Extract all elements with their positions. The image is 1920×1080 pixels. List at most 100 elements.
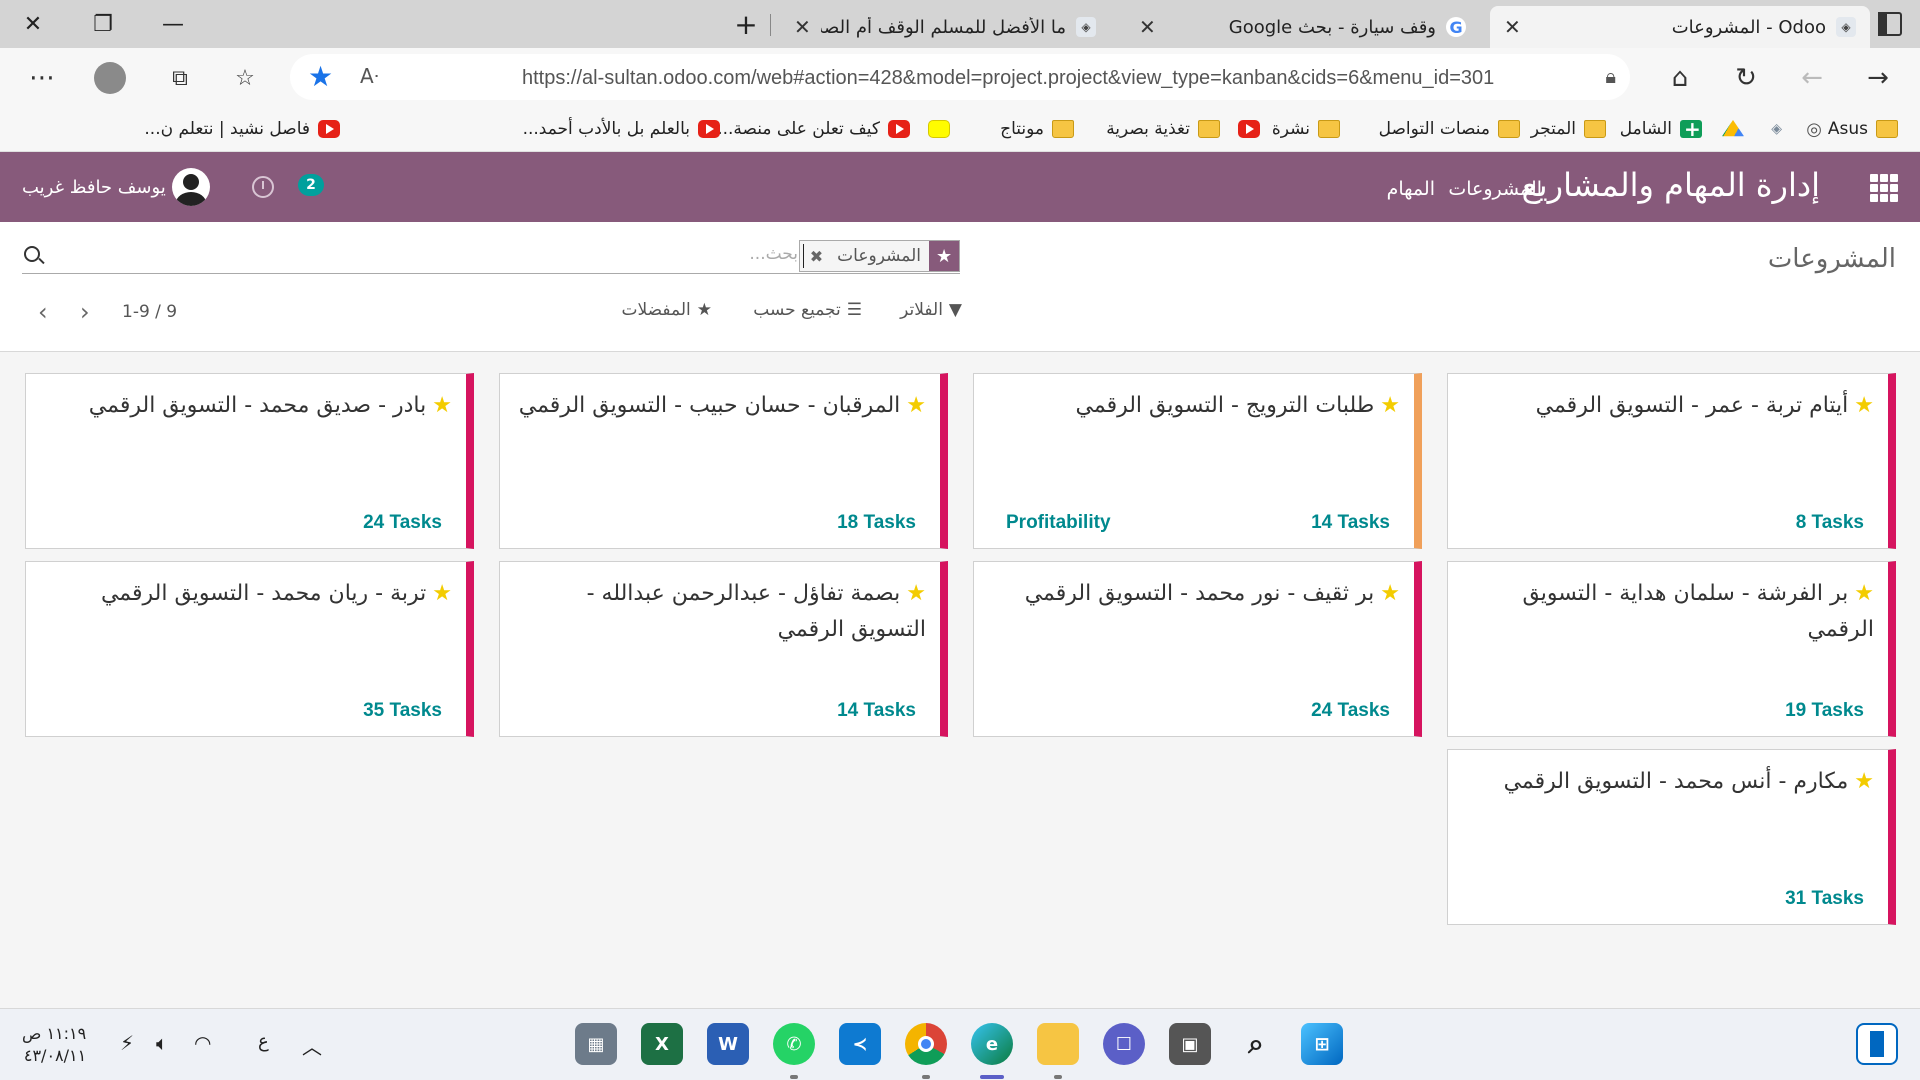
bookmark-asus[interactable]: Asus <box>1828 116 1898 142</box>
project-card[interactable]: ★بادر - صديق محمد - التسويق الرقمي 24 Ta… <box>25 373 474 549</box>
wifi-icon[interactable]: ◠ <box>194 1031 211 1055</box>
close-tab-icon[interactable]: ✕ <box>1139 15 1156 39</box>
favorite-star-icon[interactable]: ★ <box>1380 581 1400 606</box>
search-icon[interactable] <box>24 246 40 262</box>
favorite-star-icon[interactable]: ★ <box>1854 769 1874 794</box>
tab-odoo-projects[interactable]: ◈ Odoo - المشروعات ✕ <box>1490 6 1870 48</box>
user-menu[interactable]: يوسف حافظ غريب <box>22 168 210 206</box>
tasks-link[interactable]: 24 Tasks <box>1311 700 1390 722</box>
tasks-link[interactable]: 19 Tasks <box>1785 700 1864 722</box>
favorites-button[interactable]: ★ المفضلات <box>622 300 712 320</box>
lock-icon[interactable]: 🔒︎ <box>1605 64 1616 88</box>
tasks-link[interactable]: 24 Tasks <box>363 512 442 534</box>
favorite-star-icon[interactable]: ★ <box>1854 393 1874 418</box>
close-window-button[interactable]: ✕ <box>0 0 66 48</box>
search-input[interactable]: بحث... <box>749 244 798 264</box>
app-brand[interactable]: إدارة المهام والمشاريع <box>1522 166 1820 204</box>
tasks-link[interactable]: 18 Tasks <box>837 512 916 534</box>
project-card[interactable]: ★المرقبان - حسان حبيب - التسويق الرقمي 1… <box>499 373 948 549</box>
bookmark-snapchat[interactable] <box>928 116 950 142</box>
whatsapp-icon[interactable]: ✆ <box>773 1023 815 1065</box>
pager-value[interactable]: 1-9 / 9 <box>122 302 177 322</box>
close-tab-icon[interactable]: ✕ <box>1504 15 1521 39</box>
clock[interactable]: ١١:١٩ ص ٤٣/٠٨/١١ <box>22 1023 86 1067</box>
menu-tasks[interactable]: المهام <box>1387 178 1435 200</box>
restore-window-button[interactable]: ❐ <box>70 0 136 48</box>
excel-icon[interactable]: X <box>641 1023 683 1065</box>
tab-actions-icon[interactable] <box>1874 8 1906 40</box>
bookmark-drive[interactable] <box>1722 116 1744 142</box>
favorite-star-icon[interactable]: ★ <box>906 581 926 606</box>
remove-facet-icon[interactable]: ✖ <box>800 241 829 271</box>
bookmark-adab[interactable]: بالعلم بل بالأدب أحمد... <box>523 116 720 142</box>
bookmark-newsletter[interactable]: نشرة <box>1272 116 1340 142</box>
favorite-star-icon[interactable]: ★ <box>1380 393 1400 418</box>
address-bar[interactable]: ★ A͏ᐧ https://al-sultan.odoo.com/web#act… <box>290 54 1630 100</box>
favorite-star-icon[interactable]: ★ <box>308 60 333 93</box>
calculator-icon[interactable]: ▦ <box>575 1023 617 1065</box>
volume-icon[interactable]: 🔈︎ <box>156 1031 168 1055</box>
project-card[interactable]: ★طلبات الترويج - التسويق الرقمي 14 Tasks… <box>973 373 1422 549</box>
collections-icon[interactable]: ⧉ <box>160 58 200 98</box>
back-arrow-icon[interactable]: → <box>1858 58 1898 98</box>
start-icon[interactable]: ⊞ <box>1301 1023 1343 1065</box>
language-indicator[interactable]: ع <box>258 1031 269 1052</box>
project-card[interactable]: ★بصمة تفاؤل - عبدالرحمن عبدالله - التسوي… <box>499 561 948 737</box>
bookmark-visual-feed[interactable]: تغذية بصرية <box>1106 116 1220 142</box>
search-bar[interactable]: ★ المشروعات ✖ بحث... <box>22 240 960 274</box>
tasks-link[interactable]: 31 Tasks <box>1785 888 1864 910</box>
menu-projects[interactable]: المشروعات <box>1448 178 1542 200</box>
bookmark-fingerprint[interactable]: ◎ <box>1806 116 1822 142</box>
project-card[interactable]: ★تربة - ريان محمد - التسويق الرقمي 35 Ta… <box>25 561 474 737</box>
tab-waqf-article[interactable]: ◈ ما الأفضل للمسلم الوقف أم الصدق ✕ <box>780 6 1110 48</box>
word-icon[interactable]: W <box>707 1023 749 1065</box>
tab-google-search[interactable]: G وقف سيارة - بحث Google ✕ <box>1125 6 1480 48</box>
favorite-star-icon[interactable]: ★ <box>432 393 452 418</box>
bookmark-ad-howto[interactable]: كيف تعلن على منصة... <box>717 116 910 142</box>
project-card[interactable]: ★بر الفرشة - سلمان هداية - التسويق الرقم… <box>1447 561 1896 737</box>
new-tab-button[interactable]: + <box>728 6 764 42</box>
pager-previous-icon[interactable]: ‹ <box>38 298 48 326</box>
filters-button[interactable]: ▼ الفلاتر <box>900 300 962 320</box>
favorite-star-icon[interactable]: ★ <box>906 393 926 418</box>
bookmark-store[interactable]: المتجر <box>1531 116 1606 142</box>
bookmark-app[interactable]: ◈ <box>1771 116 1782 142</box>
project-card[interactable]: ★بر ثقيف - نور محمد - التسويق الرقمي 24 … <box>973 561 1422 737</box>
home-icon[interactable]: ⌂ <box>1660 58 1700 98</box>
more-menu-icon[interactable]: ⋯ <box>22 58 62 98</box>
bookmark-montage[interactable]: مونتاج <box>1000 116 1074 142</box>
favorites-icon[interactable]: ☆ <box>225 58 265 98</box>
widgets-icon[interactable] <box>1856 1023 1898 1065</box>
tasks-link[interactable]: 35 Tasks <box>363 700 442 722</box>
minimize-window-button[interactable]: — <box>140 0 206 48</box>
bookmark-shamel[interactable]: الشامل <box>1620 116 1702 142</box>
groupby-button[interactable]: ☰ تجميع حسب <box>753 300 862 320</box>
apps-menu-icon[interactable] <box>1870 174 1898 202</box>
vscode-icon[interactable]: ≺ <box>839 1023 881 1065</box>
read-aloud-icon[interactable]: A͏ᐧ <box>360 64 379 88</box>
edge-icon[interactable]: e <box>971 1023 1013 1065</box>
project-card[interactable]: ★أيتام تربة - عمر - التسويق الرقمي 8 Tas… <box>1447 373 1896 549</box>
app-icon[interactable]: ▣ <box>1169 1023 1211 1065</box>
forward-arrow-icon[interactable]: ← <box>1792 58 1832 98</box>
project-card[interactable]: ★مكارم - أنس محمد - التسويق الرقمي 31 Ta… <box>1447 749 1896 925</box>
profitability-link[interactable]: Profitability <box>1006 512 1111 534</box>
tasks-link[interactable]: 14 Tasks <box>1311 512 1390 534</box>
tasks-link[interactable]: 14 Tasks <box>837 700 916 722</box>
url-text[interactable]: https://al-sultan.odoo.com/web#action=42… <box>522 67 1494 90</box>
activity-clock-icon[interactable] <box>252 176 274 198</box>
battery-icon[interactable]: ⚡︎ <box>120 1031 134 1055</box>
profile-avatar[interactable] <box>90 58 130 98</box>
close-tab-icon[interactable]: ✕ <box>794 15 811 39</box>
file-explorer-icon[interactable] <box>1037 1023 1079 1065</box>
search-icon[interactable]: ⌕ <box>1235 1023 1277 1065</box>
chevron-up-icon[interactable]: ︿ <box>302 1031 322 1060</box>
bookmark-nasheed[interactable]: فاصل نشيد | نتعلم ن... <box>144 116 340 142</box>
tasks-link[interactable]: 8 Tasks <box>1796 512 1864 534</box>
bookmark-social[interactable]: منصات التواصل <box>1379 116 1520 142</box>
favorite-star-icon[interactable]: ★ <box>432 581 452 606</box>
pager-next-icon[interactable]: › <box>80 298 90 326</box>
favorite-star-icon[interactable]: ★ <box>1854 581 1874 606</box>
bookmark-youtube[interactable] <box>1238 116 1260 142</box>
chat-icon[interactable]: ☐ <box>1103 1023 1145 1065</box>
